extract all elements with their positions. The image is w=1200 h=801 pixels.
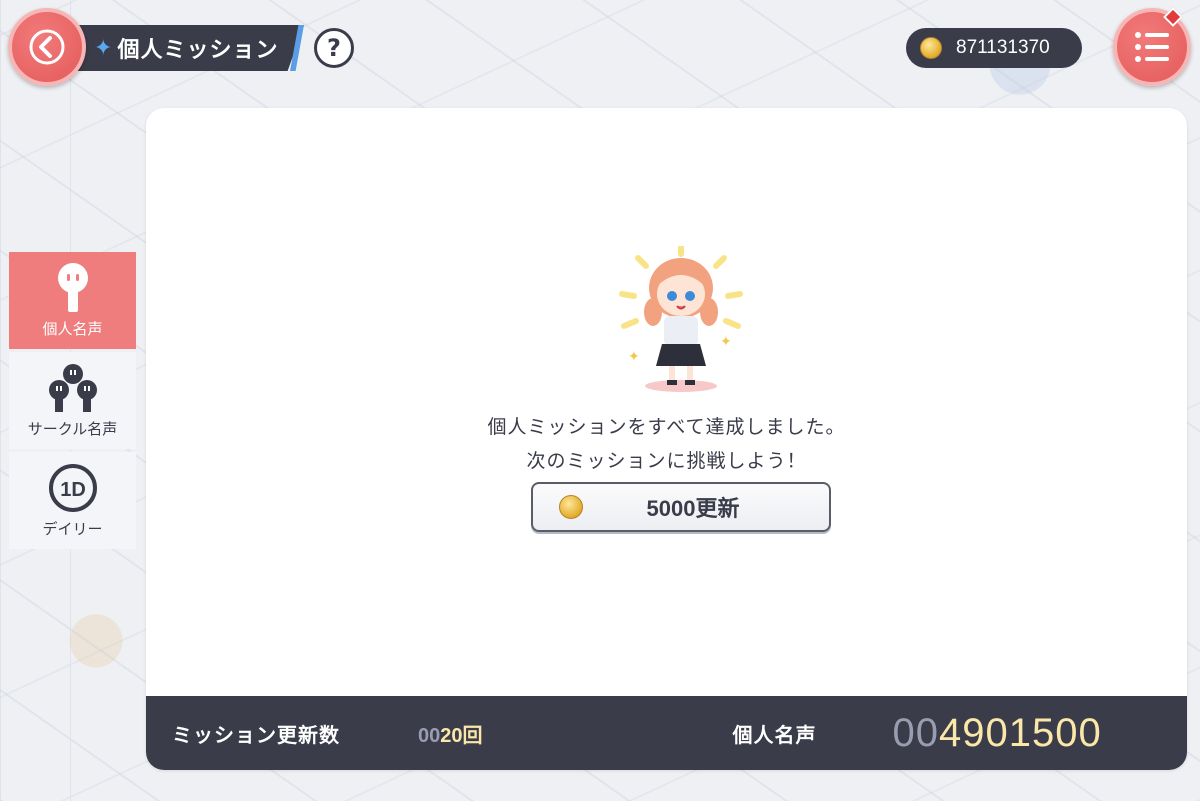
tab-personal-fame[interactable]: 個人名声 bbox=[9, 252, 136, 349]
tab-label: デイリー bbox=[42, 520, 103, 538]
back-button[interactable] bbox=[8, 8, 86, 86]
group-icon bbox=[48, 364, 97, 412]
renew-count-label: ミッション更新数 bbox=[172, 722, 340, 747]
fame-prefix: 00 bbox=[892, 710, 939, 755]
renew-button-label: 5000更新 bbox=[646, 496, 740, 521]
menu-list-icon bbox=[1135, 32, 1169, 62]
coin-icon bbox=[920, 37, 942, 59]
back-arrow-icon bbox=[29, 29, 65, 65]
coin-icon bbox=[559, 495, 583, 519]
currency-display: 871131370 bbox=[906, 28, 1082, 68]
1d-icon: 1D bbox=[48, 464, 97, 512]
fame-value: 004901500 bbox=[893, 711, 1102, 756]
complete-message-line2: 次のミッションに挑戦しよう！ bbox=[526, 450, 807, 472]
renew-count-prefix: 00 bbox=[418, 724, 441, 747]
svg-text:✦: ✦ bbox=[628, 349, 640, 365]
1d-badge-text: 1D bbox=[60, 479, 86, 501]
help-icon: ? bbox=[327, 34, 341, 62]
sparkle-icon: ✦ bbox=[94, 35, 114, 61]
page-title: ✦ 個人ミッション bbox=[70, 25, 304, 71]
help-button[interactable]: ? bbox=[314, 28, 354, 68]
tab-circle-fame[interactable]: サークル名声 bbox=[9, 352, 136, 449]
mission-panel: ✦ ✦ 個人ミッションをすべて達成しました。 次のミッションに挑戦しよう！ 50… bbox=[146, 108, 1187, 770]
tab-label: サークル名声 bbox=[27, 420, 118, 438]
tab-label: 個人名声 bbox=[42, 320, 103, 338]
renew-mission-button[interactable]: 5000更新 bbox=[531, 482, 831, 532]
fame-label: 個人名声 bbox=[732, 722, 817, 747]
svg-text:✦: ✦ bbox=[720, 334, 732, 350]
renew-count-unit: 回 bbox=[462, 724, 483, 747]
renew-count-value: 20 bbox=[440, 724, 463, 747]
side-tabs: 個人名声 サークル名声 1D デイリー bbox=[9, 252, 136, 552]
complete-message-line1: 個人ミッションをすべて達成しました。 bbox=[487, 416, 846, 438]
status-footer: ミッション更新数 0020回 個人名声 004901500 bbox=[146, 696, 1187, 770]
tab-daily[interactable]: 1D デイリー bbox=[9, 452, 136, 549]
fame-number: 4901500 bbox=[939, 710, 1102, 755]
character-illustration: ✦ ✦ bbox=[619, 246, 743, 392]
person-icon bbox=[57, 263, 88, 312]
page-title-text: 個人ミッション bbox=[117, 38, 279, 63]
renew-count: 0020回 bbox=[418, 719, 483, 748]
currency-value: 871131370 bbox=[956, 37, 1050, 58]
